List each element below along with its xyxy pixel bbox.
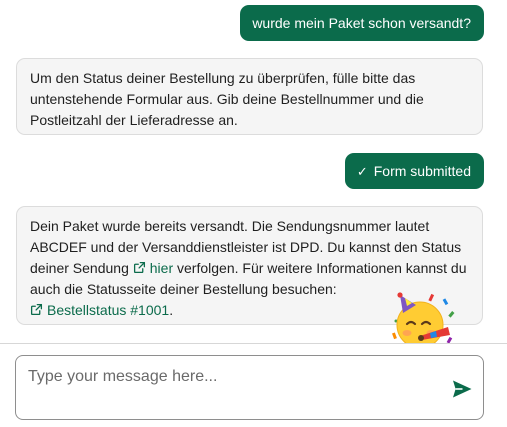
- bot-status-text-3: .: [169, 302, 174, 318]
- message-composer: [15, 355, 484, 420]
- order-status-link[interactable]: Bestellstatus #1001: [30, 302, 169, 318]
- tracking-link[interactable]: hier: [133, 260, 173, 276]
- user-message-text: wurde mein Paket schon versandt?: [252, 15, 471, 31]
- check-icon: ✓: [356, 164, 368, 179]
- user-message-bubble: wurde mein Paket schon versandt?: [240, 5, 484, 41]
- message-input[interactable]: [28, 366, 428, 388]
- tracking-link-label: hier: [149, 260, 174, 276]
- composer-divider: [0, 343, 507, 344]
- form-submitted-label: Form submitted: [373, 163, 471, 179]
- external-link-icon: [133, 261, 145, 274]
- partying-face-emoji-icon: [392, 292, 455, 343]
- send-icon[interactable]: [450, 377, 474, 401]
- form-submitted-bubble: ✓ Form submitted: [344, 153, 484, 189]
- external-link-icon: [30, 303, 43, 316]
- chat-transcript: wurde mein Paket schon versandt? Um den …: [0, 0, 507, 343]
- bot-message-bubble: Um den Status deiner Bestellung zu überp…: [16, 58, 483, 135]
- bot-message-text: Um den Status deiner Bestellung zu überp…: [30, 70, 424, 128]
- order-status-link-label: Bestellstatus #1001: [47, 302, 170, 318]
